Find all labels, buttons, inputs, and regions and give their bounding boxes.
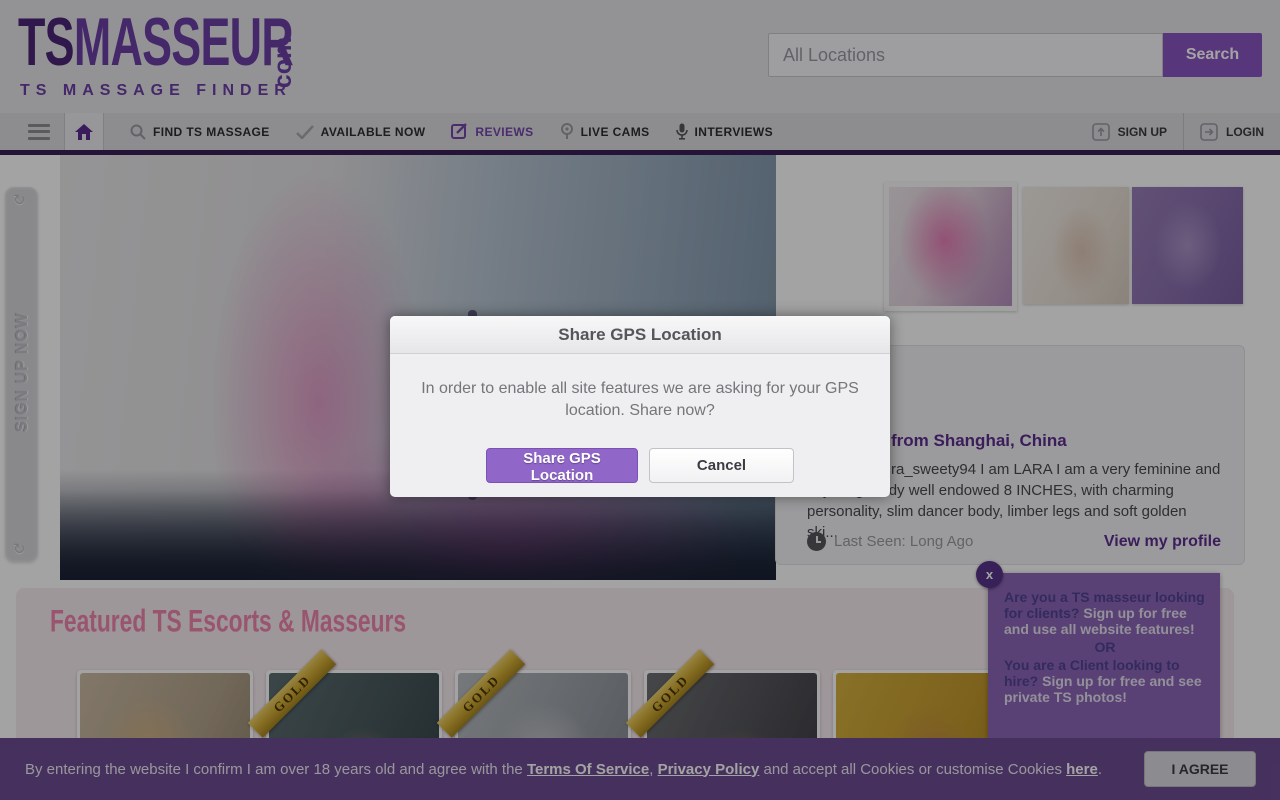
cancel-button[interactable]: Cancel (649, 448, 794, 483)
dialog-message: In order to enable all site features we … (390, 354, 890, 422)
dialog-title: Share GPS Location (390, 316, 890, 354)
gps-location-dialog: Share GPS Location In order to enable al… (390, 316, 890, 497)
share-gps-button[interactable]: Share GPS Location (486, 448, 638, 483)
page: TSMASSEUR com TS MASSAGE FINDER Search F… (0, 0, 1280, 800)
